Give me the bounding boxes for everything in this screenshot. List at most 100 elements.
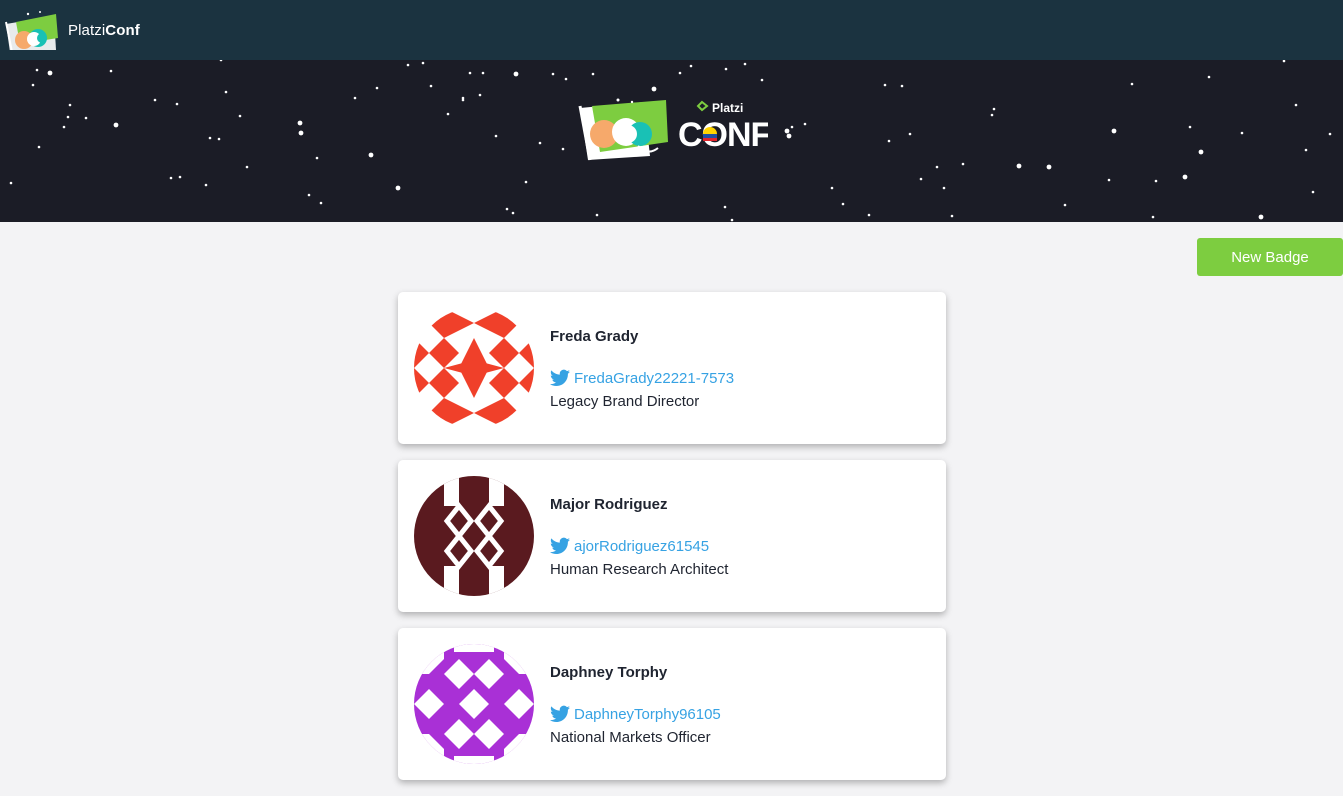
star xyxy=(468,71,472,75)
twitter-handle: FredaGrady22221-7573 xyxy=(574,369,735,387)
star xyxy=(1240,131,1244,135)
star xyxy=(505,207,509,211)
star xyxy=(830,186,834,190)
star xyxy=(395,185,401,191)
badge-info: Major Rodriguez ajorRodriguez61545 Human… xyxy=(550,496,930,578)
twitter-link[interactable]: ajorRodriguez61545 xyxy=(550,536,930,556)
badges-list: Freda Grady FredaGrady22221-7573 Legacy … xyxy=(398,292,946,796)
star xyxy=(481,71,485,75)
star xyxy=(961,162,965,166)
star xyxy=(446,112,450,116)
identicon-avatar-major xyxy=(414,476,534,596)
badge-job-title: Legacy Brand Director xyxy=(550,393,700,410)
star xyxy=(84,116,88,120)
star xyxy=(524,180,528,184)
star xyxy=(204,183,208,187)
avatar xyxy=(414,644,534,764)
star xyxy=(950,214,954,218)
star xyxy=(1258,214,1264,220)
star xyxy=(919,177,923,181)
star xyxy=(1328,132,1332,136)
badge-name: Major Rodriguez xyxy=(550,496,668,513)
star xyxy=(319,201,323,205)
star xyxy=(1046,164,1052,170)
star xyxy=(1294,103,1298,107)
star xyxy=(297,120,303,126)
star xyxy=(35,68,39,72)
hero-logo-small-text: Platzi xyxy=(712,101,743,115)
star xyxy=(724,67,728,71)
star xyxy=(561,147,565,151)
star xyxy=(66,115,70,119)
star xyxy=(1207,75,1211,79)
star xyxy=(298,130,304,136)
hero-platziconf-logo: Platzi CONF xyxy=(578,98,768,161)
star xyxy=(743,62,747,66)
star xyxy=(942,186,946,190)
platziconf-logo-icon xyxy=(5,11,58,50)
star xyxy=(307,193,311,197)
star xyxy=(245,165,249,169)
star xyxy=(1107,178,1111,182)
star xyxy=(678,71,682,75)
star xyxy=(887,139,891,143)
star xyxy=(760,78,764,82)
star xyxy=(1188,125,1192,129)
star xyxy=(68,103,72,107)
star xyxy=(217,137,221,141)
avatar xyxy=(414,476,534,596)
star xyxy=(689,64,693,68)
star xyxy=(1154,179,1158,183)
star xyxy=(990,113,994,117)
star xyxy=(178,175,182,179)
star xyxy=(238,114,242,118)
twitter-link[interactable]: DaphneyTorphy96105 xyxy=(550,704,930,724)
star xyxy=(421,61,425,65)
badge-name: Freda Grady xyxy=(550,328,639,345)
star xyxy=(564,77,568,81)
star xyxy=(900,84,904,88)
hero-logo-conf-text: CONF xyxy=(678,116,768,154)
star xyxy=(37,145,41,149)
twitter-handle: ajorRodriguez61545 xyxy=(574,537,710,555)
star xyxy=(867,213,871,217)
twitter-bird-icon xyxy=(550,537,570,554)
navbar-brand-link[interactable]: PlatziConf xyxy=(2,10,140,50)
star xyxy=(591,72,595,76)
twitter-handle: DaphneyTorphy96105 xyxy=(574,705,721,723)
star xyxy=(538,141,542,145)
twitter-link[interactable]: FredaGrady22221-7573 xyxy=(550,368,930,388)
star xyxy=(730,218,734,222)
star xyxy=(790,125,794,129)
star xyxy=(1151,215,1155,219)
star xyxy=(935,165,939,169)
star xyxy=(406,63,410,67)
star xyxy=(1311,190,1315,194)
badges-page-content: New Badge Freda Grady FredaGrady22221-75… xyxy=(0,222,1343,796)
star xyxy=(1282,60,1286,63)
star xyxy=(786,133,792,139)
star xyxy=(62,125,66,129)
star xyxy=(375,86,379,90)
star xyxy=(1111,128,1117,134)
badge-info: Daphney Torphy DaphneyTorphy96105 Nation… xyxy=(550,664,930,746)
badge-card[interactable]: Daphney Torphy DaphneyTorphy96105 Nation… xyxy=(398,628,946,780)
star xyxy=(883,83,887,87)
star xyxy=(908,132,912,136)
star xyxy=(368,152,374,158)
star xyxy=(9,181,13,185)
hero-banner: Platzi CONF xyxy=(0,60,1343,222)
star xyxy=(1304,148,1308,152)
navbar-brand-text: PlatziConf xyxy=(68,21,140,39)
twitter-bird-icon xyxy=(550,705,570,722)
new-badge-button[interactable]: New Badge xyxy=(1197,238,1343,276)
badge-card[interactable]: Major Rodriguez ajorRodriguez61545 Human… xyxy=(398,460,946,612)
badge-card[interactable]: Freda Grady FredaGrady22221-7573 Legacy … xyxy=(398,292,946,444)
identicon-avatar-daphney xyxy=(414,644,534,764)
star xyxy=(47,70,53,76)
star xyxy=(31,83,35,87)
badge-job-title: National Markets Officer xyxy=(550,729,711,746)
star xyxy=(153,98,157,102)
identicon-avatar-freda xyxy=(414,308,534,428)
star xyxy=(109,69,113,73)
